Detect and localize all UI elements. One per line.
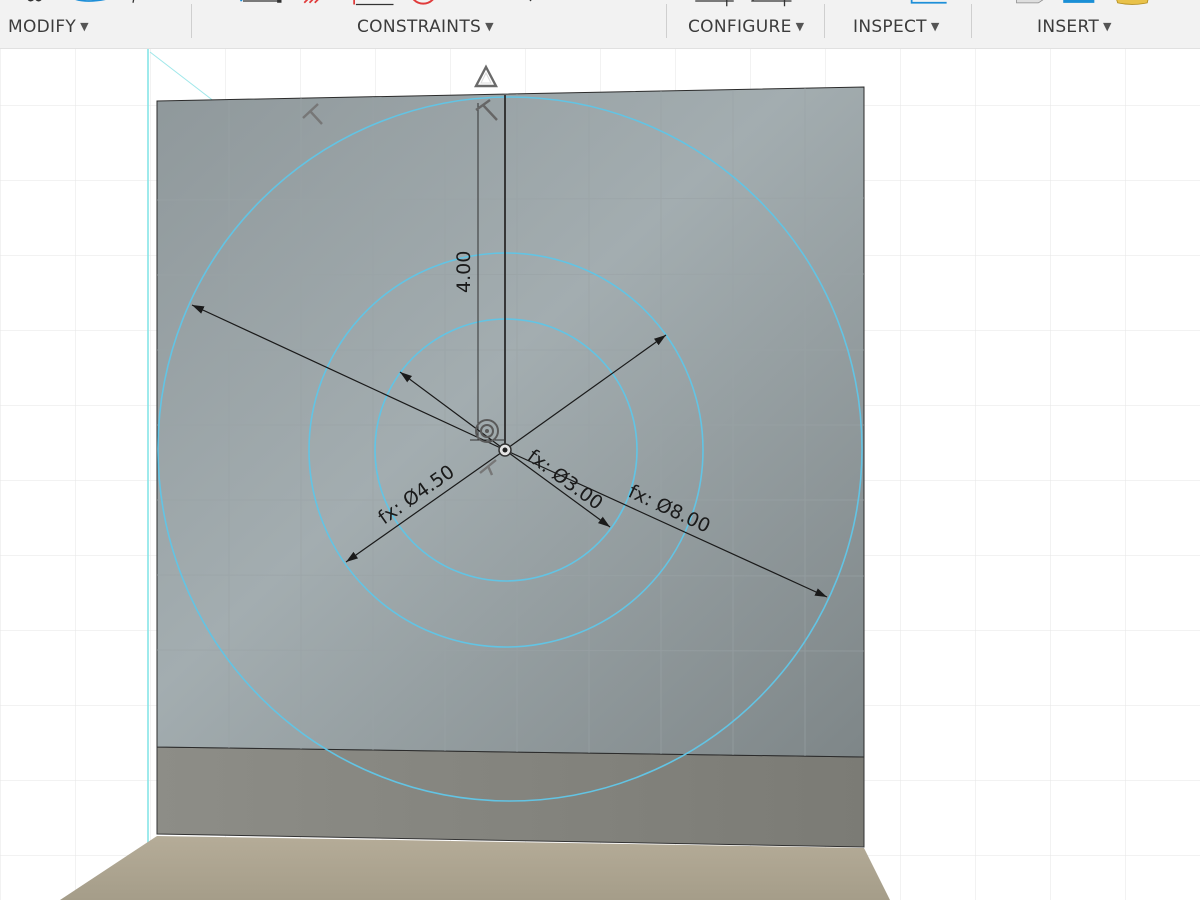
insert-icons[interactable] [995,0,1175,6]
separator [971,4,972,38]
configure-icons[interactable] [686,0,806,8]
separator [824,4,825,38]
inspect-icon[interactable] [905,0,955,8]
modify-menu[interactable]: MODIFY ▼ [8,17,89,37]
chevron-down-icon: ▼ [485,20,494,33]
chevron-down-icon: ▼ [795,20,805,33]
sketch-canvas[interactable]: 4.00 fx: Ø4.50 fx: Ø3.00 fx: Ø8.00 [0,0,1200,900]
vertical-dimension-text[interactable]: 4.00 [453,251,475,293]
chevron-down-icon: ▼ [930,20,940,33]
constraints-menu[interactable]: CONSTRAINTS ▼ [357,17,494,37]
constraint-icons[interactable] [205,0,645,8]
body-base-face [156,746,865,848]
sketch-face[interactable] [156,86,865,758]
chevron-down-icon: ▼ [1103,20,1112,33]
separator [191,4,192,38]
modify-icons[interactable] [14,0,154,8]
toolbar: MODIFY ▼ CONSTRAINTS ▼ CONFIGURE ▼ INSPECT ▼… [0,0,1200,49]
canvas-viewport[interactable]: 4.00 fx: Ø4.50 fx: Ø3.00 fx: Ø8.00 [0,49,1200,900]
center-point-icon[interactable] [498,443,512,457]
inspect-menu[interactable]: INSPECT ▼ [853,17,940,37]
chevron-down-icon: ▼ [80,20,89,33]
separator [666,4,667,38]
insert-menu[interactable]: INSERT ▼ [1037,17,1112,37]
configure-menu[interactable]: CONFIGURE ▼ [688,17,804,37]
